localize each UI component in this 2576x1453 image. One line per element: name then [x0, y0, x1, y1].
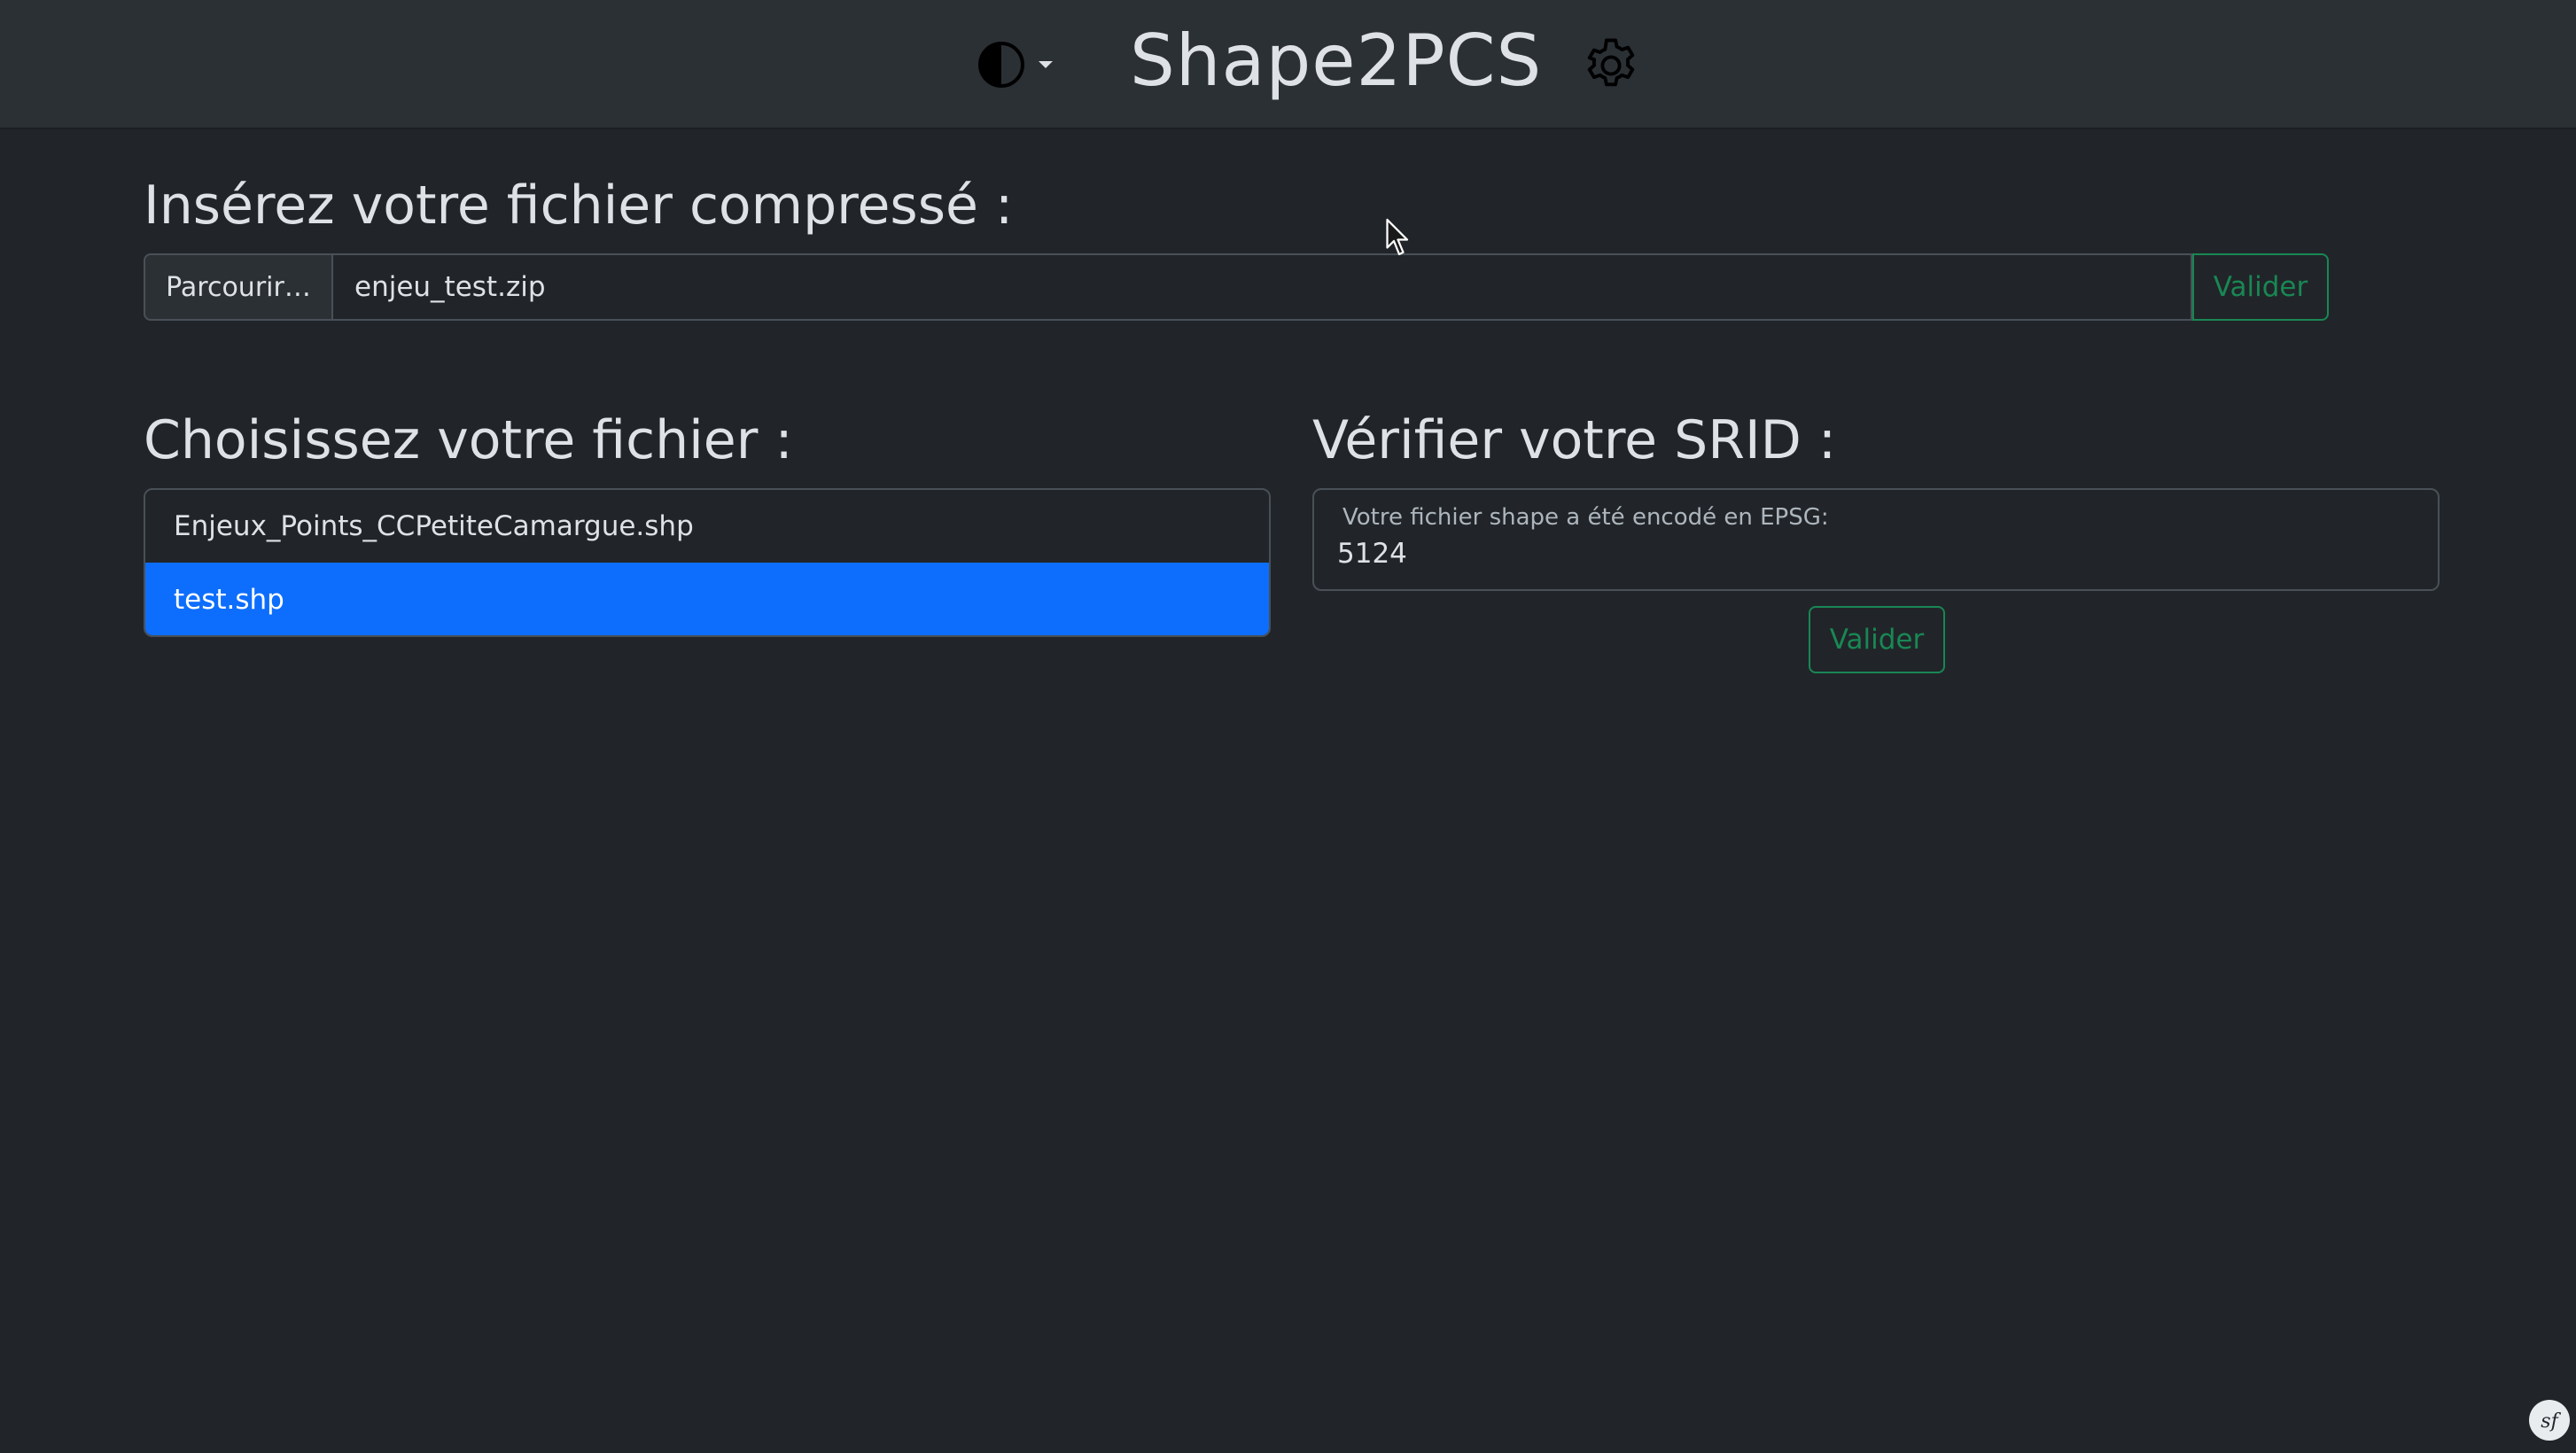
- srid-field-value: 5124: [1337, 538, 1407, 570]
- gear-icon: [1579, 38, 1643, 101]
- upload-heading: Insérez votre fichier compressé :: [144, 175, 1014, 237]
- top-navbar: Shape2PCS: [0, 0, 2576, 129]
- srid-heading: Vérifier votre SRID :: [1312, 409, 1837, 471]
- list-item-selected[interactable]: test.shp: [145, 563, 1269, 635]
- srid-submit-button[interactable]: Valider: [1809, 606, 1945, 673]
- srid-field-label: Votre fichier shape a été encodé en EPSG…: [1342, 504, 1829, 531]
- upload-submit-button[interactable]: Valider: [2192, 253, 2329, 321]
- file-list: Enjeux_Points_CCPetiteCamargue.shp test.…: [144, 488, 1271, 637]
- list-item[interactable]: Enjeux_Points_CCPetiteCamargue.shp: [145, 490, 1269, 563]
- caret-down-icon: [1037, 58, 1055, 71]
- svg-text:sf: sf: [2541, 1410, 2561, 1433]
- settings-button[interactable]: [1579, 34, 1643, 97]
- contrast-half-circle-icon: [975, 38, 1028, 91]
- file-name-field[interactable]: enjeu_test.zip: [333, 253, 2192, 321]
- files-heading: Choisissez votre fichier :: [144, 409, 793, 471]
- srid-input[interactable]: Votre fichier shape a été encodé en EPSG…: [1312, 488, 2440, 591]
- mouse-cursor-icon: [1386, 218, 1413, 262]
- browse-button[interactable]: Parcourir…: [144, 253, 333, 321]
- file-upload-group: Parcourir… enjeu_test.zip Valider: [144, 253, 2329, 321]
- symfony-logo-icon[interactable]: sf: [2529, 1400, 2570, 1441]
- app-title: Shape2PCS: [1130, 19, 1543, 102]
- theme-toggle-dropdown[interactable]: [975, 35, 1055, 94]
